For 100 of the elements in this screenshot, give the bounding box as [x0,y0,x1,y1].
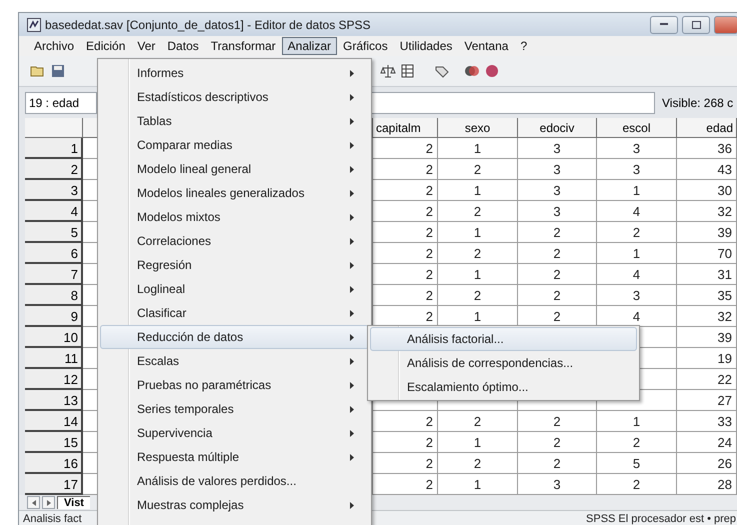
status-text: Analisis fact [23,512,82,524]
table-cell: 31 [677,264,737,285]
table-icon[interactable] [400,63,416,79]
menu-item[interactable]: Loglineal [100,277,369,301]
row-number[interactable]: 8 [25,285,83,306]
table-cell: 3 [518,201,597,222]
table-cell: 3 [518,138,597,159]
table-cell: 2 [373,138,438,159]
menu-bar-item[interactable]: Edición [80,37,132,55]
column-header[interactable]: escol [597,118,677,138]
table-cell: 2 [438,285,518,306]
sheet-tab[interactable]: Vist [57,496,90,509]
circles-icon[interactable] [464,63,480,79]
table-cell: 32 [677,201,737,222]
row-number[interactable]: 15 [25,432,83,453]
menu-bar-item[interactable]: Datos [161,37,205,55]
menu-bar-item[interactable]: Ventana [458,37,514,55]
menu-item[interactable]: Clasificar [100,301,369,325]
menu-bar-item[interactable]: Utilidades [394,37,458,55]
row-number[interactable]: 10 [25,327,83,348]
maximize-button[interactable] [682,16,710,34]
menu-item[interactable]: Análisis de valores perdidos... [100,469,369,493]
menu-item[interactable]: Modelos mixtos [100,205,369,229]
menu-item[interactable]: Reducción de datos [100,325,369,349]
table-cell: 2 [373,453,438,474]
row-number[interactable]: 14 [25,411,83,432]
menu-item[interactable]: Modelo lineal general [100,157,369,181]
row-number[interactable]: 6 [25,243,83,264]
visible-count: Visible: 268 c [661,96,734,110]
table-cell: 2 [373,411,438,432]
menu-item[interactable]: Estadísticos descriptivos [100,85,369,109]
column-header[interactable]: capitalm [373,118,438,138]
menu-item[interactable]: Escalas [100,349,369,373]
column-header[interactable]: sexo [438,118,518,138]
table-cell: 2 [438,411,518,432]
table-cell: 2 [373,432,438,453]
table-cell: 70 [677,243,737,264]
table-cell: 2 [518,453,597,474]
menu-item[interactable]: Tablas [100,109,369,133]
row-number[interactable]: 5 [25,222,83,243]
menu-bar-item[interactable]: Ver [131,37,162,55]
menu-item[interactable]: Supervivencia [100,421,369,445]
cell-name-field[interactable]: 19 : edad [25,92,97,114]
scroll-left-button[interactable] [27,496,40,509]
table-cell: 2 [438,243,518,264]
table-cell: 4 [597,201,677,222]
column-header[interactable]: edad [677,118,737,138]
row-number[interactable]: 9 [25,306,83,327]
table-cell: 1 [438,180,518,201]
table-cell: 27 [677,390,737,411]
menu-item[interactable]: Análisis de correspondencias... [370,351,637,375]
table-cell: 3 [518,180,597,201]
menu-item[interactable]: Correlaciones [100,229,369,253]
minimize-button[interactable] [650,16,678,34]
row-number[interactable]: 17 [25,474,83,495]
menu-item[interactable]: Comparar medias [100,133,369,157]
close-button[interactable] [714,16,737,34]
menu-item[interactable]: Series temporales [100,397,369,421]
scroll-right-button[interactable] [42,496,55,509]
column-header[interactable]: edociv [518,118,597,138]
menu-bar-item[interactable]: Archivo [28,37,80,55]
table-cell: 2 [518,264,597,285]
row-number[interactable]: 3 [25,180,83,201]
menu-bar-item[interactable]: Gráficos [337,37,394,55]
table-cell: 2 [438,453,518,474]
menu-item[interactable]: Análisis factorial... [370,327,637,351]
menu-bar-item[interactable]: ? [514,37,534,55]
menu-item[interactable]: Respuesta múltiple [100,445,369,469]
table-cell: 33 [677,411,737,432]
left-arrow-icon [32,500,36,506]
row-number[interactable]: 2 [25,159,83,180]
menu-item[interactable]: Modelos lineales generalizados [100,181,369,205]
save-icon[interactable] [50,63,66,79]
circle-icon[interactable] [484,63,500,79]
row-number[interactable]: 16 [25,453,83,474]
row-number[interactable]: 4 [25,201,83,222]
row-number[interactable]: 7 [25,264,83,285]
menu-bar-item[interactable]: Transformar [204,37,282,55]
table-cell: 43 [677,159,737,180]
menu-item[interactable]: Regresión [100,253,369,277]
row-number[interactable]: 12 [25,369,83,390]
menu-item[interactable]: Escalamiento óptimo... [370,375,637,399]
scale-icon[interactable] [380,63,396,79]
table-cell: 22 [677,369,737,390]
table-cell: 30 [677,180,737,201]
menu-bar-item[interactable]: Analizar [282,37,338,55]
menu-item[interactable]: Pruebas no paramétricas [100,373,369,397]
row-number[interactable]: 11 [25,348,83,369]
table-cell: 1 [438,138,518,159]
row-number[interactable]: 13 [25,390,83,411]
table-cell: 2 [373,180,438,201]
table-cell: 4 [597,264,677,285]
menu-item[interactable]: Muestras complejas [100,493,369,517]
table-cell: 2 [518,222,597,243]
table-cell: 19 [677,348,737,369]
table-cell: 2 [373,201,438,222]
app-icon [27,18,41,32]
table-cell: 1 [438,264,518,285]
row-number[interactable]: 1 [25,138,83,159]
table-cell: 3 [597,285,677,306]
